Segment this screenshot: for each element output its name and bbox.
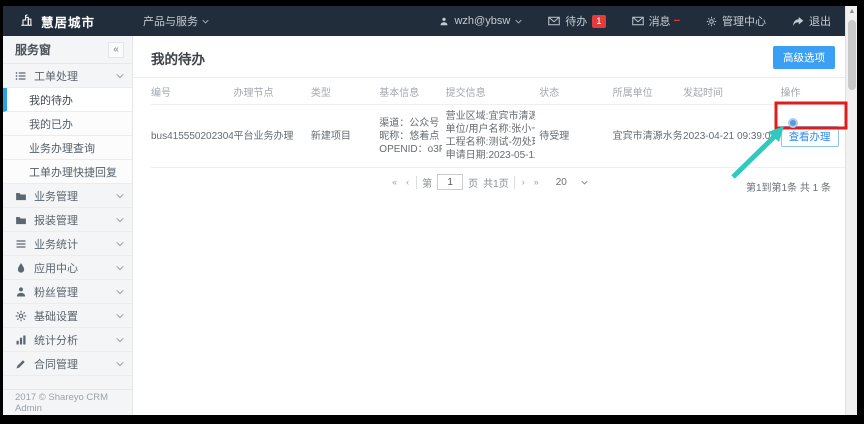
gear-icon — [706, 16, 717, 27]
sidebar-item-business-mgmt[interactable]: 业务管理 — [3, 184, 132, 208]
messages-menu[interactable]: 消息 − — [632, 13, 680, 29]
first-page-icon[interactable]: « — [390, 177, 399, 187]
brand-name: 慧居城市 — [41, 12, 95, 31]
chevron-down-icon — [515, 19, 522, 24]
topbar-right: wzh@ybsw 待办 1 消息 − 管理中心 退出 — [439, 13, 845, 29]
col-start-time: 发起时间 — [683, 78, 781, 105]
sidebar-item-contract-mgmt[interactable]: 合同管理 — [3, 352, 132, 376]
cell-submit-info: 营业区域:宜宾市清源水 单位/用户名称:张小一 工程名称:测试-勿处理 申请日期… — [446, 105, 540, 168]
page-size-select[interactable]: 20 — [556, 177, 588, 188]
todo-count-badge: 1 — [592, 15, 605, 28]
cell-org: 宜宾市清源水务集团有限 — [613, 105, 683, 168]
cell-start-time: 2023-04-21 09:39:08 — [683, 105, 781, 168]
user-icon — [15, 286, 27, 298]
col-submit-info: 提交信息 — [446, 78, 540, 105]
user-icon — [439, 16, 449, 27]
next-page-icon[interactable]: › — [520, 177, 527, 187]
sidebar-item-basic-settings[interactable]: 基础设置 — [3, 304, 132, 328]
sidebar: 服务窗 « 工单处理 我的待办 我的已办 业务办理查询 工单办理快捷回复 业务管… — [3, 36, 133, 415]
sidebar-item-stats-analysis[interactable]: 统计分析 — [3, 328, 132, 352]
work-orders-submenu: 我的待办 我的已办 业务办理查询 工单办理快捷回复 — [3, 88, 132, 184]
logout-arrow-icon — [792, 16, 804, 27]
main-content: 我的待办 高级选项 编号 办理节点 类型 基本信息 提交信息 状态 所属单位 发… — [133, 36, 845, 415]
list-icon — [15, 70, 27, 82]
logout-menu[interactable]: 退出 — [792, 13, 831, 29]
pager-divider — [514, 176, 515, 189]
col-basic-info: 基本信息 — [379, 78, 445, 105]
cell-id: bus4155502023042109. — [151, 105, 233, 168]
chevron-down-icon — [116, 313, 124, 319]
col-node: 办理节点 — [233, 78, 310, 105]
cell-node: 平台业务办理 — [233, 105, 310, 168]
nav-products[interactable]: 产品与服务 — [143, 13, 209, 29]
pagination-bar: « ‹ 第 页 共1页 › » 20 第1到第1条 共 1 条 — [133, 171, 845, 193]
page-number-input[interactable] — [437, 174, 463, 190]
sidebar-item-app-center[interactable]: 应用中心 — [3, 256, 132, 280]
advanced-options-button[interactable]: 高级选项 — [773, 46, 835, 69]
cell-actions: 查看办理 — [781, 105, 845, 168]
page-title: 我的待办 — [151, 48, 205, 68]
chevron-down-icon — [581, 180, 588, 185]
chevron-down-icon — [116, 337, 124, 343]
cell-status: 待受理 — [539, 105, 612, 168]
user-menu[interactable]: wzh@ybsw — [439, 15, 522, 27]
vertical-scrollbar[interactable]: ▲ — [845, 6, 857, 415]
chevron-down-icon — [116, 265, 124, 271]
chevron-down-icon — [116, 217, 124, 223]
building-logo-icon — [19, 13, 34, 30]
sidebar-item-quick-reply[interactable]: 工单办理快捷回复 — [3, 160, 132, 184]
view-handle-button[interactable]: 查看办理 — [781, 126, 839, 147]
sidebar-item-business-query[interactable]: 业务办理查询 — [3, 136, 132, 160]
sidebar-header: 服务窗 « — [3, 36, 132, 64]
sidebar-item-my-todos[interactable]: 我的待办 — [3, 88, 132, 112]
gear-icon — [15, 310, 27, 322]
sidebar-item-work-orders[interactable]: 工单处理 — [3, 64, 132, 88]
folder-icon — [15, 214, 27, 226]
chevron-down-icon — [116, 241, 124, 247]
col-id: 编号 — [151, 78, 233, 105]
copyright-footer: 2017 © Shareyo CRM Admin — [3, 389, 132, 415]
table-row[interactable]: bus4155502023042109. 平台业务办理 新建项目 渠道：公众号 … — [151, 105, 845, 168]
pencil-icon — [15, 358, 27, 370]
col-actions: 操作 — [781, 78, 845, 105]
cell-basic-info: 渠道：公众号 昵称：悠着点 OPENID：o3FXFsx02IDI — [379, 105, 445, 168]
total-pages-label: 共1页 — [483, 175, 509, 190]
droplet-icon — [15, 262, 27, 274]
chevron-down-icon — [116, 73, 124, 79]
sidebar-item-install-mgmt[interactable]: 报装管理 — [3, 208, 132, 232]
envelope-icon — [632, 16, 644, 26]
prev-page-icon[interactable]: ‹ — [404, 177, 411, 187]
col-status: 状态 — [539, 78, 612, 105]
todo-table: 编号 办理节点 类型 基本信息 提交信息 状态 所属单位 发起时间 操作 bus… — [151, 78, 845, 168]
admin-center-menu[interactable]: 管理中心 — [706, 13, 766, 29]
sidebar-collapse-button[interactable]: « — [108, 42, 124, 58]
scrollbar-thumb[interactable] — [848, 20, 856, 90]
pagination-info: 第1到第1条 共 1 条 — [746, 179, 831, 194]
todo-menu[interactable]: 待办 1 — [548, 13, 605, 29]
chevron-down-icon — [202, 19, 209, 24]
last-page-icon[interactable]: » — [532, 177, 541, 187]
table-header-row: 编号 办理节点 类型 基本信息 提交信息 状态 所属单位 发起时间 操作 — [151, 78, 845, 105]
chart-icon — [15, 334, 27, 346]
content-header: 我的待办 高级选项 — [133, 36, 845, 78]
sidebar-item-fans-mgmt[interactable]: 粉丝管理 — [3, 280, 132, 304]
messages-mark: − — [674, 15, 680, 27]
chevron-down-icon — [116, 289, 124, 295]
cell-type: 新建项目 — [311, 105, 379, 168]
folder-icon — [15, 190, 27, 202]
scroll-up-icon[interactable]: ▲ — [848, 8, 856, 16]
app-window: 慧居城市 产品与服务 wzh@ybsw 待办 1 消息 − — [3, 6, 857, 415]
sidebar-item-my-done[interactable]: 我的已办 — [3, 112, 132, 136]
brand: 慧居城市 — [3, 12, 133, 31]
sidebar-item-business-stats[interactable]: 业务统计 — [3, 232, 132, 256]
chevron-down-icon — [116, 361, 124, 367]
col-org: 所属单位 — [613, 78, 683, 105]
col-type: 类型 — [311, 78, 379, 105]
chevron-down-icon — [116, 193, 124, 199]
envelope-icon — [548, 16, 560, 26]
topbar: 慧居城市 产品与服务 wzh@ybsw 待办 1 消息 − — [3, 6, 845, 36]
list-icon — [15, 238, 27, 250]
pager-divider — [416, 176, 417, 189]
